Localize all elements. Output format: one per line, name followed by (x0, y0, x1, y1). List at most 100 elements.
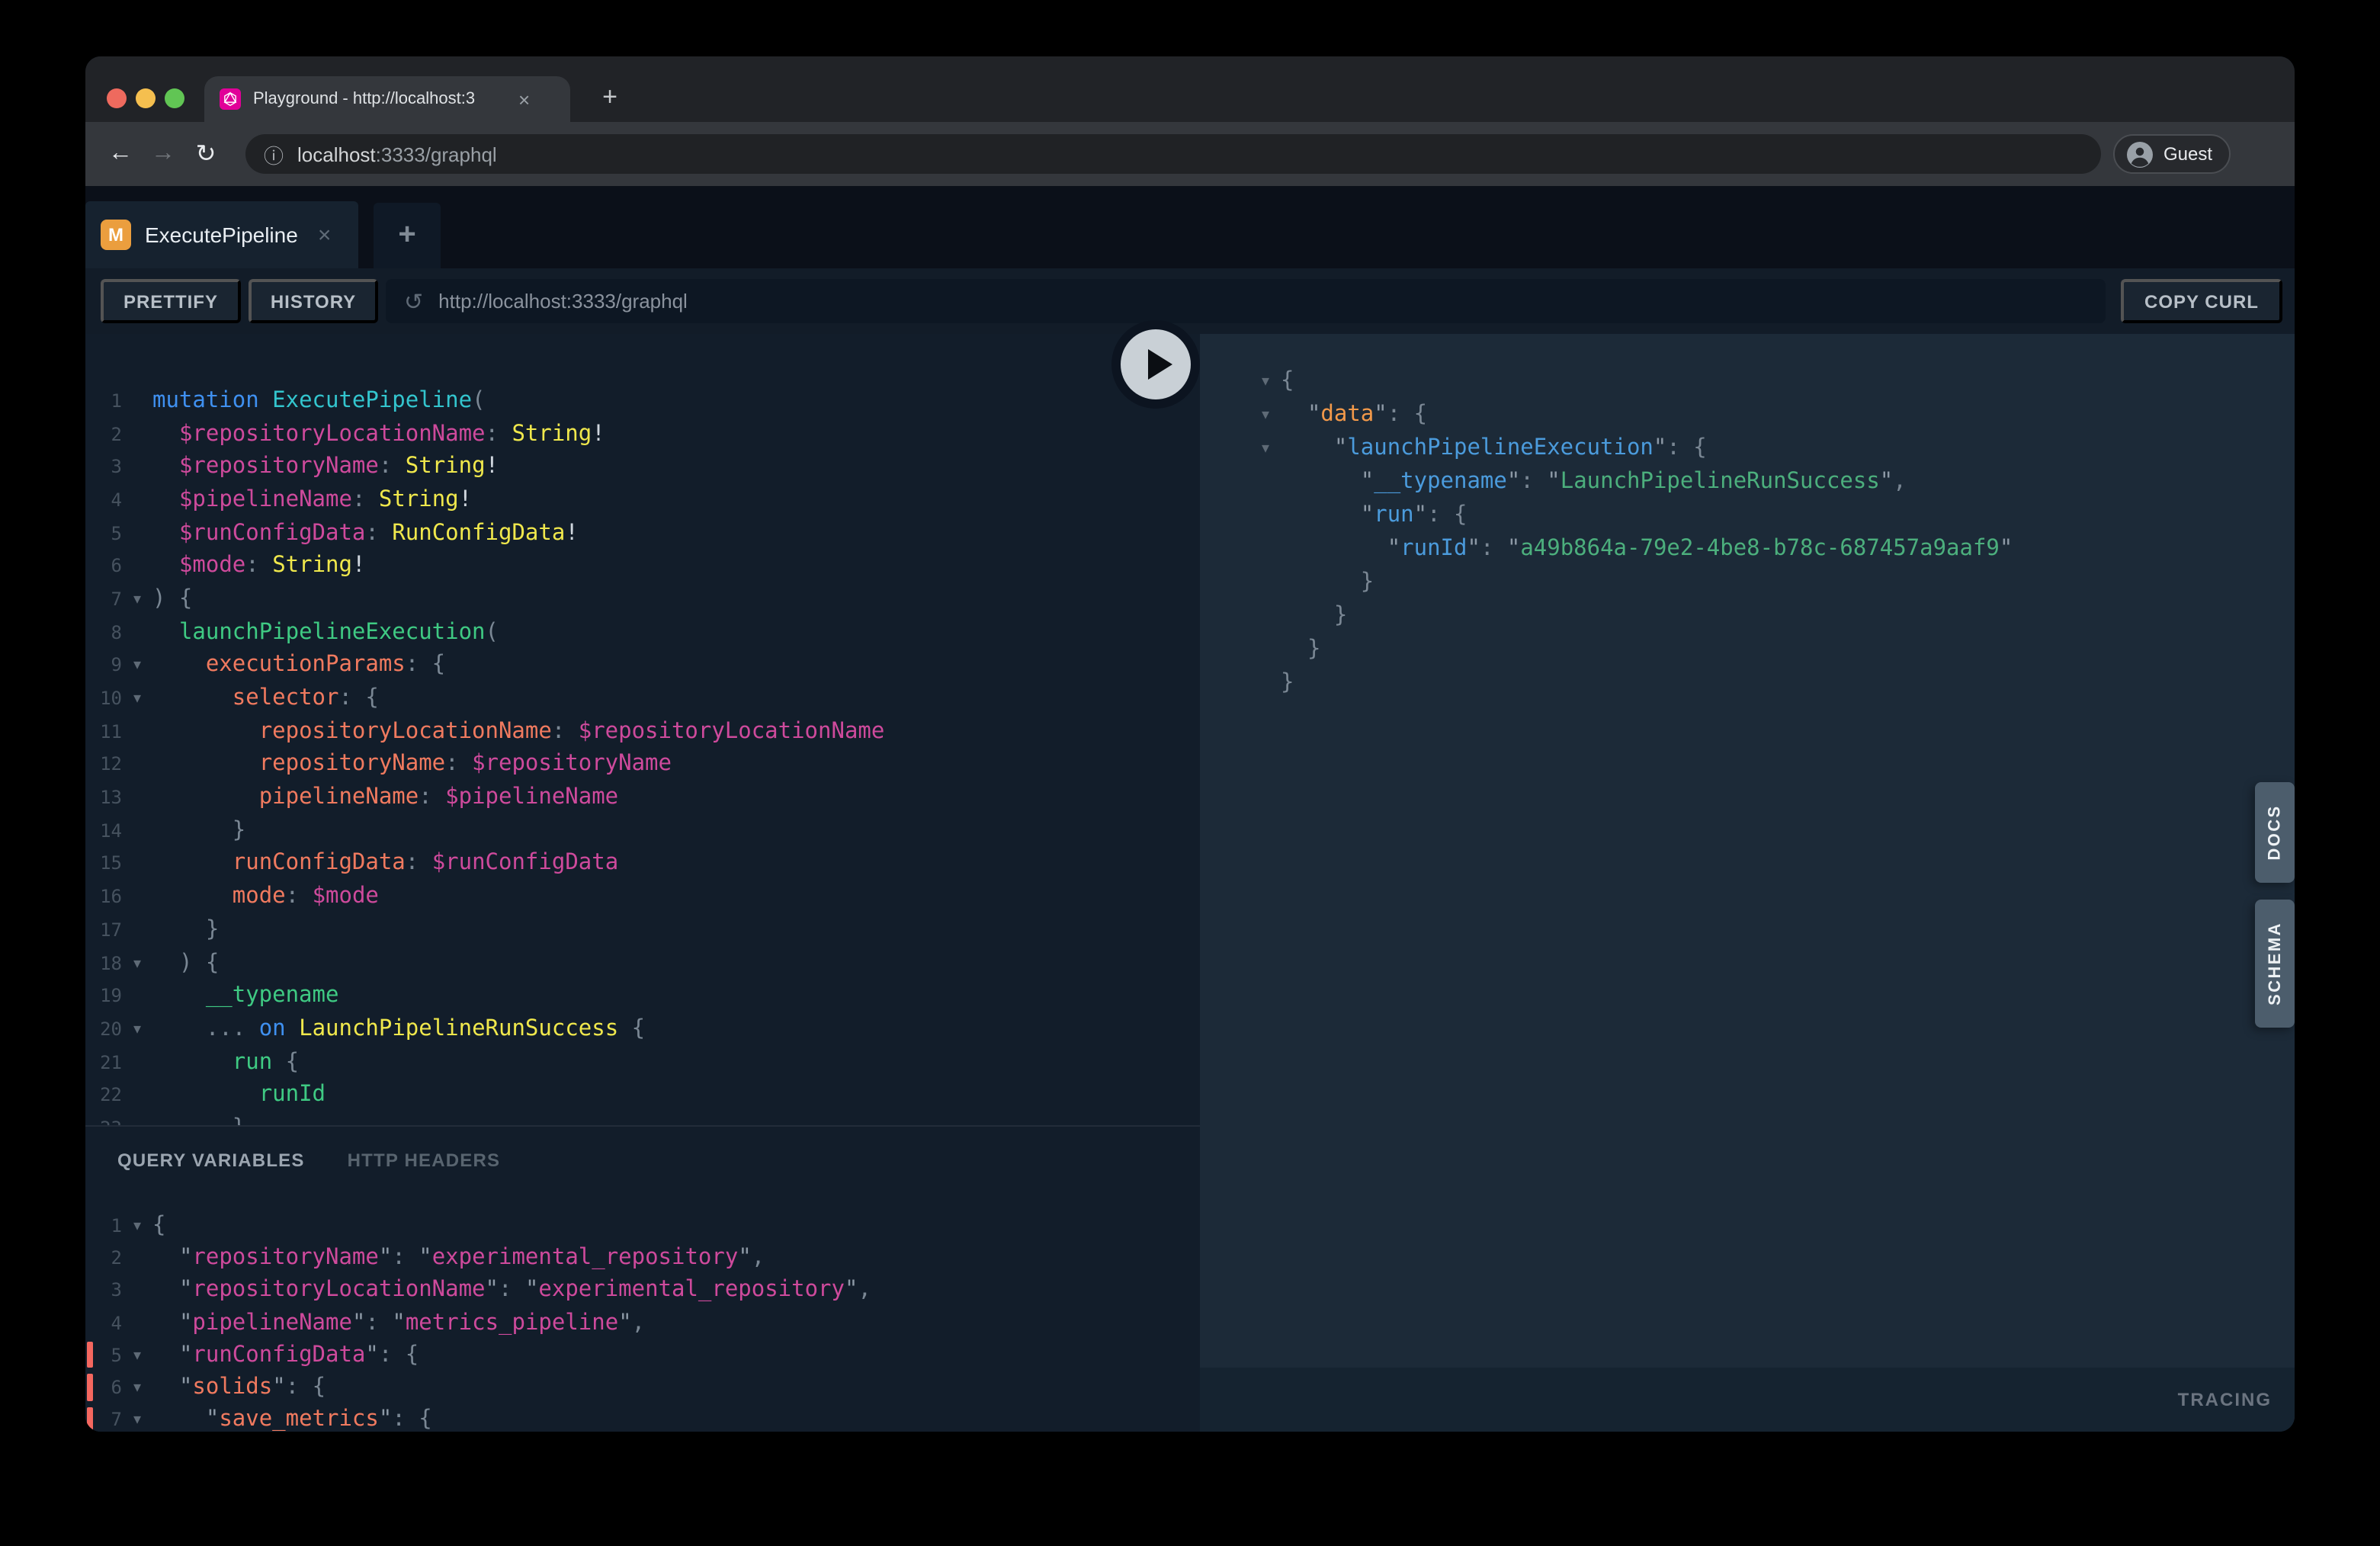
token-pun: : { (1427, 503, 1467, 528)
browser-tab[interactable]: Playground - http://localhost:3 × (204, 76, 570, 122)
code-line: "run": { (1200, 499, 2295, 532)
tab-query-variables[interactable]: QUERY VARIABLES (117, 1150, 305, 1171)
line-number: 5 (85, 522, 122, 544)
prettify-button[interactable]: PRETTIFY (101, 279, 241, 323)
token-var: $repositoryLocationName (179, 422, 486, 446)
session-tab-executepipeline[interactable]: M ExecutePipeline × (85, 201, 358, 268)
variables-editor[interactable]: 1▾{2 "repositoryName": "experimental_rep… (85, 1209, 1200, 1432)
fold-arrow-icon[interactable]: ▾ (122, 954, 152, 972)
token-q: " (1334, 436, 1347, 460)
token-pun: } (1361, 570, 1374, 595)
token-q: " (419, 1246, 431, 1270)
code-line: } (1200, 599, 2295, 633)
code-line: 7▾ "save_metrics": { (85, 1404, 1200, 1432)
line-number: 2 (85, 1247, 122, 1269)
token-q: " (618, 1310, 631, 1335)
tracing-toggle[interactable]: TRACING (2178, 1389, 2272, 1410)
endpoint-history-icon[interactable]: ↺ (404, 287, 423, 315)
session-tab-title: ExecutePipeline (145, 223, 298, 247)
token-def: ExecutePipeline (272, 389, 472, 413)
response-viewer[interactable]: ▾{▾ "data": {▾ "launchPipelineExecution"… (1200, 334, 2295, 700)
token-rdat: data (1320, 403, 1374, 427)
code-text: $mode: String! (152, 554, 365, 579)
token-pln (152, 1050, 233, 1074)
history-button[interactable]: HISTORY (249, 279, 378, 323)
fold-arrow-icon[interactable]: ▾ (122, 1216, 152, 1234)
line-number: 7 (85, 589, 122, 610)
url-host: localhost (297, 143, 376, 165)
traffic-maximize-button[interactable] (165, 88, 184, 108)
code-text: repositoryName: $repositoryName (152, 752, 672, 777)
line-number: 3 (85, 1279, 122, 1301)
fold-gutter (1250, 648, 1281, 651)
variables-header: QUERY VARIABLES HTTP HEADERS (117, 1150, 500, 1171)
code-text: "data": { (1281, 403, 1427, 427)
token-pln (432, 785, 445, 810)
profile-button[interactable]: Guest (2113, 134, 2231, 174)
code-text: __typename (152, 983, 338, 1008)
token-pun: { (272, 1050, 299, 1074)
fold-arrow-icon[interactable]: ▾ (122, 1378, 152, 1397)
playground-tabbar: M ExecutePipeline × + (85, 186, 2295, 268)
endpoint-input[interactable]: ↺ http://localhost:3333/graphql (386, 279, 2106, 323)
token-pun: } (206, 918, 219, 942)
fold-arrow-icon[interactable]: ▾ (122, 1411, 152, 1429)
query-editor[interactable]: 1mutation ExecutePipeline(2 $repositoryL… (85, 334, 1200, 1145)
line-number: 10 (85, 688, 122, 709)
token-var: $pipelineName (445, 785, 618, 810)
token-q: " (352, 1310, 365, 1335)
schema-side-tab[interactable]: SCHEMA (2255, 900, 2295, 1028)
token-typ: String (272, 554, 352, 579)
code-line: 2 "repositoryName": "experimental_reposi… (85, 1242, 1200, 1275)
fold-arrow-icon[interactable]: ▾ (122, 656, 152, 675)
forward-icon[interactable]: → (143, 122, 183, 186)
token-q: " (1361, 503, 1374, 528)
traffic-close-button[interactable] (107, 88, 127, 108)
site-info-icon[interactable]: ⓘ (264, 140, 284, 168)
fold-arrow-icon[interactable]: ▾ (1250, 372, 1281, 390)
fold-arrow-icon[interactable]: ▾ (1250, 439, 1281, 457)
token-q: " (272, 1375, 285, 1400)
traffic-minimize-button[interactable] (136, 88, 156, 108)
code-line: ▾ "launchPipelineExecution": { (1200, 431, 2295, 465)
token-q: " (1547, 470, 1560, 494)
reload-icon[interactable]: ↻ (186, 122, 226, 186)
fold-arrow-icon[interactable]: ▾ (122, 1020, 152, 1038)
address-bar[interactable]: ⓘ localhost:3333/graphql (245, 134, 2101, 174)
fold-gutter (1250, 581, 1281, 584)
fold-arrow-icon[interactable]: ▾ (122, 689, 152, 707)
fold-gutter (1250, 614, 1281, 617)
execute-play-button[interactable] (1111, 320, 1200, 409)
session-tab-close-icon[interactable]: × (318, 222, 332, 248)
token-pln (259, 389, 272, 413)
copy-curl-button[interactable]: COPY CURL (2121, 279, 2282, 323)
tab-http-headers[interactable]: HTTP HEADERS (348, 1150, 501, 1171)
code-text: "repositoryName": "experimental_reposito… (152, 1246, 765, 1270)
code-text: "runId": "a49b864a-79e2-4be8-b78c-687457… (1281, 537, 2013, 561)
fold-gutter (122, 1256, 152, 1259)
token-pln (152, 521, 179, 545)
token-vkey: runConfigData (192, 1343, 365, 1368)
line-number: 19 (85, 985, 122, 1006)
new-session-tab-button[interactable]: + (374, 203, 441, 268)
token-pln (152, 1083, 259, 1108)
fold-arrow-icon[interactable]: ▾ (122, 1346, 152, 1365)
token-q: " (365, 1343, 378, 1368)
endpoint-url: http://localhost:3333/graphql (438, 290, 688, 313)
token-pun: } (233, 819, 245, 843)
fold-arrow-icon[interactable]: ▾ (122, 590, 152, 608)
code-text: "launchPipelineExecution": { (1281, 436, 1707, 460)
code-line: 10▾ selector: { (85, 682, 1200, 714)
back-icon[interactable]: ← (101, 122, 140, 186)
fold-arrow-icon[interactable]: ▾ (1250, 406, 1281, 424)
token-q: " (379, 1246, 392, 1270)
token-pun: , (858, 1278, 871, 1302)
browser-tab-close-icon[interactable]: × (518, 88, 530, 111)
docs-side-tab[interactable]: DOCS (2255, 782, 2295, 883)
new-browser-tab-button[interactable]: + (589, 76, 631, 119)
token-str: LaunchPipelineRunSuccess (1560, 470, 1880, 494)
token-fld: __typename (206, 983, 339, 1008)
token-q: " (1653, 436, 1666, 460)
token-var: $runConfigData (432, 852, 618, 876)
token-exc: ! (592, 422, 605, 446)
